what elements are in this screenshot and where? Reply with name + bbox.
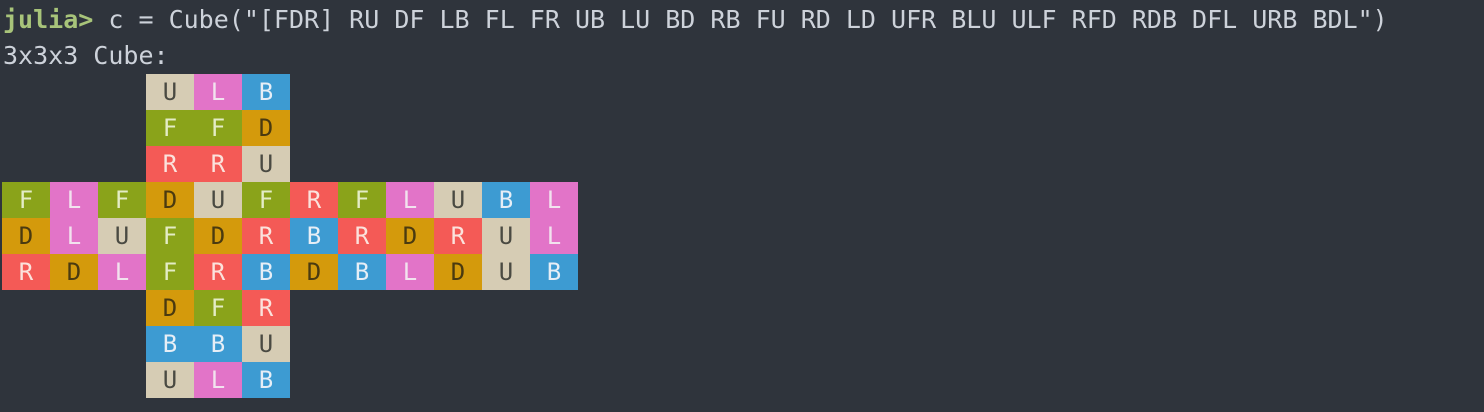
cube-facelet: U [146,74,194,110]
cube-facelet: D [146,290,194,326]
cube-facelet: L [194,362,242,398]
cube-facelet: R [242,290,290,326]
cube-facelet: L [98,254,146,290]
cube-facelet: D [50,254,98,290]
cube-facelet: F [146,110,194,146]
cube-facelet: B [242,254,290,290]
command-text[interactable]: c = Cube("[FDR] RU DF LB FL FR UB LU BD … [93,5,1387,34]
cube-facelet: D [194,218,242,254]
cube-facelet: R [194,254,242,290]
terminal-window[interactable]: julia> c = Cube("[FDR] RU DF LB FL FR UB… [0,0,1484,412]
cube-facelet: D [290,254,338,290]
cube-facelet: B [194,326,242,362]
cube-facelet: F [194,110,242,146]
cube-facelet: B [290,218,338,254]
cube-facelet: R [290,182,338,218]
cube-facelet: B [242,74,290,110]
cube-facelet: D [146,182,194,218]
cube-facelet: F [242,182,290,218]
cube-facelet: U [482,254,530,290]
cube-facelet: L [386,254,434,290]
cube-facelet: F [2,182,50,218]
cube-facelet: U [482,218,530,254]
cube-facelet: B [146,326,194,362]
cube-facelet: D [434,254,482,290]
cube-net: ULBFFDRRUFLFDUFRFLUBLDLUFDRBRDRULRDLFRBD… [2,74,578,398]
cube-facelet: U [146,362,194,398]
cube-facelet: L [50,182,98,218]
cube-facelet: B [338,254,386,290]
cube-facelet: R [338,218,386,254]
cube-facelet: L [194,74,242,110]
cube-facelet: R [146,146,194,182]
cube-facelet: L [50,218,98,254]
cube-facelet: U [434,182,482,218]
cube-facelet: U [98,218,146,254]
cube-facelet: F [146,218,194,254]
cube-facelet: F [146,254,194,290]
cube-facelet: D [242,110,290,146]
cube-facelet: U [194,182,242,218]
command-line[interactable]: julia> c = Cube("[FDR] RU DF LB FL FR UB… [3,2,1388,38]
output-header: 3x3x3 Cube: [3,41,169,70]
cube-facelet: L [530,182,578,218]
cube-facelet: F [98,182,146,218]
cube-facelet: B [530,254,578,290]
cube-facelet: D [2,218,50,254]
cube-facelet: F [338,182,386,218]
cube-facelet: L [386,182,434,218]
cube-facelet: R [242,218,290,254]
julia-prompt: julia> [3,5,94,34]
cube-facelet: L [530,218,578,254]
cube-facelet: R [434,218,482,254]
cube-facelet: F [194,290,242,326]
cube-facelet: U [242,146,290,182]
cube-facelet: R [194,146,242,182]
cube-facelet: B [482,182,530,218]
cube-facelet: B [242,362,290,398]
cube-facelet: D [386,218,434,254]
cube-facelet: U [242,326,290,362]
cube-facelet: R [2,254,50,290]
